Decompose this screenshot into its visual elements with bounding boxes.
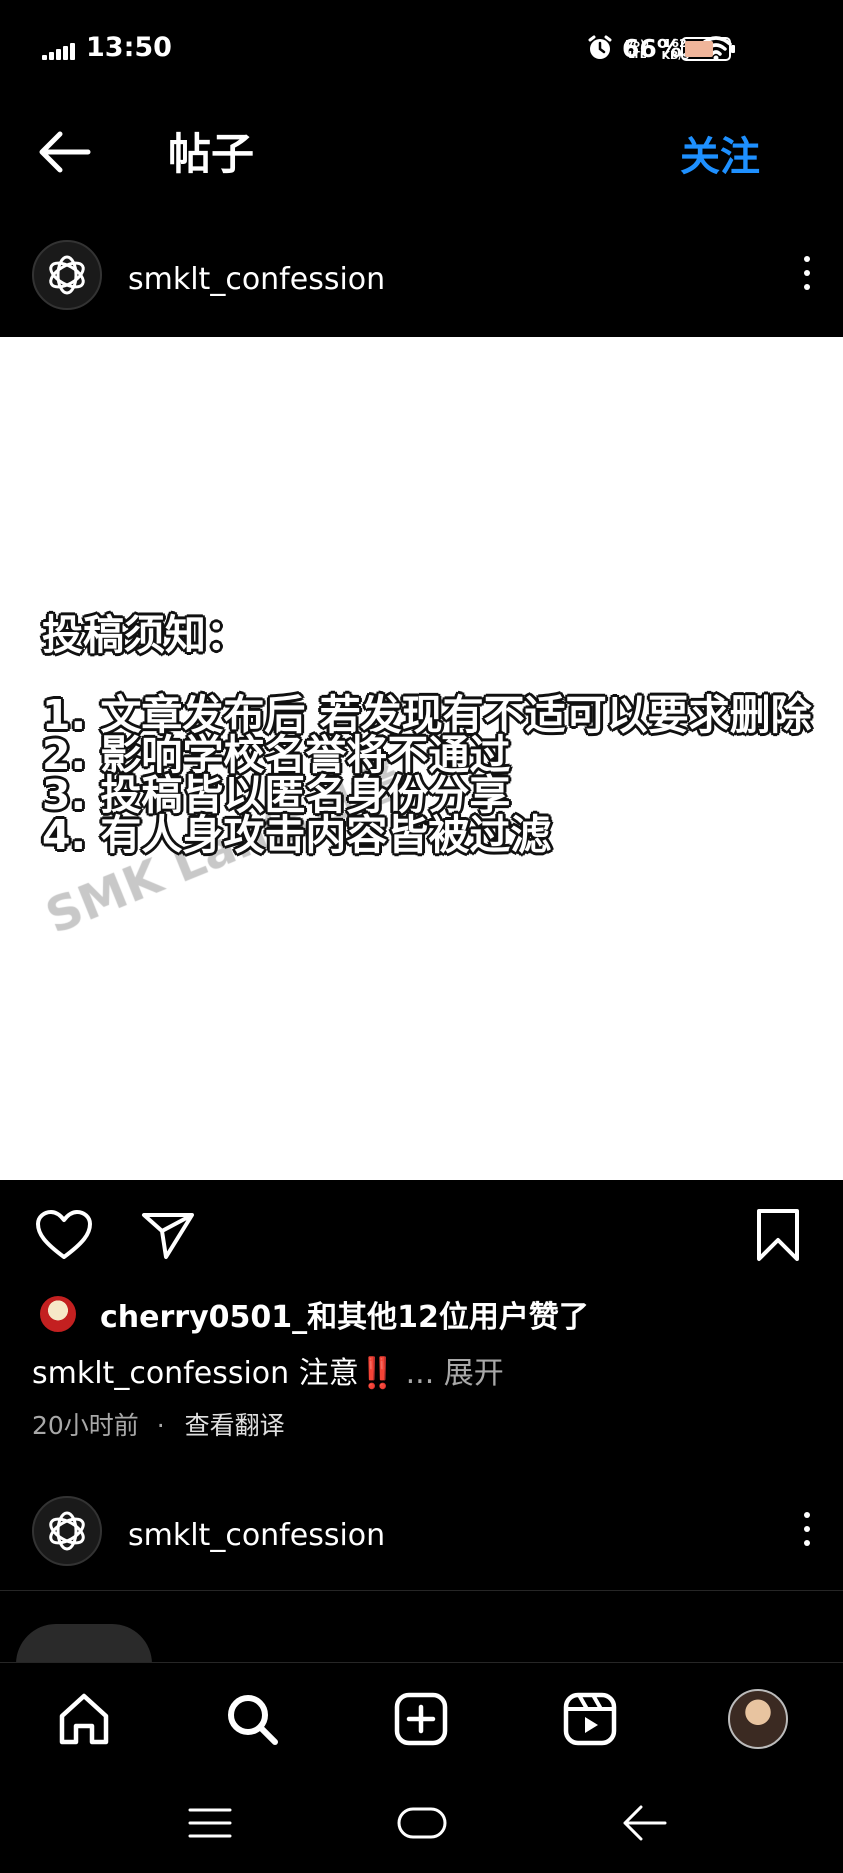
search-icon[interactable] (222, 1689, 282, 1749)
likes-text: cherry0501_和其他12位用户赞了 (100, 1300, 589, 1335)
next-post-header: smklt_confession (0, 1496, 843, 1576)
post-username[interactable]: smklt_confession (128, 1518, 385, 1553)
openai-logo-icon (49, 255, 85, 295)
follow-button[interactable]: 关注 (680, 124, 760, 182)
caption-text: 注意 (298, 1356, 359, 1391)
caption-expand[interactable]: ... 展开 (406, 1356, 504, 1391)
account-avatar[interactable] (32, 240, 102, 310)
post-time: 20小时前 (32, 1411, 139, 1440)
notice-rule: 4. 有人身攻击内容皆被过滤 (42, 811, 552, 859)
back-icon[interactable] (614, 1798, 674, 1848)
system-nav (0, 1774, 843, 1873)
caption-emoji: ‼️ (358, 1356, 397, 1391)
reels-icon[interactable] (560, 1689, 620, 1749)
meta-separator: · (156, 1411, 165, 1440)
post-meta: 20小时前 · 查看翻译 (32, 1406, 285, 1442)
paper-plane-icon[interactable] (138, 1205, 198, 1265)
bottom-nav (0, 1662, 843, 1774)
notice-text: 投稿须知： 1. 文章发布后 若发现有不适可以要求删除 2. 影响学校名誉将不通… (42, 611, 812, 859)
bookmark-icon[interactable] (748, 1205, 808, 1265)
menu-icon[interactable] (180, 1798, 240, 1848)
status-time: 13:50 (86, 32, 172, 63)
notice-rule: 3. 投稿皆以匿名身份分享 (42, 771, 511, 819)
post-header: smklt_confession (0, 240, 843, 320)
status-bar: 13:50 Vo)) LTE 162 KB/s 66% (0, 0, 843, 100)
more-vertical-icon[interactable] (799, 1512, 815, 1552)
plus-square-icon[interactable] (391, 1689, 451, 1749)
battery-percent: 66% (622, 34, 682, 63)
alarm-icon (586, 34, 614, 66)
notice-rule: 2. 影响学校名誉将不通过 (42, 731, 511, 779)
profile-avatar (728, 1689, 788, 1749)
signal-icon (42, 40, 78, 60)
post-actions (0, 1195, 843, 1275)
heart-icon[interactable] (34, 1205, 94, 1265)
divider (0, 1590, 843, 1591)
profile-tab[interactable] (728, 1689, 788, 1749)
battery-level (685, 41, 713, 57)
post-username[interactable]: smklt_confession (128, 262, 385, 297)
arrow-left-icon[interactable] (36, 130, 92, 174)
see-translation-link[interactable]: 查看翻译 (185, 1411, 285, 1440)
home-icon[interactable] (54, 1689, 114, 1749)
top-header: 帖子 关注 (0, 100, 843, 200)
post-image[interactable]: SMK Lah告白墙 投稿须知： 1. 文章发布后 若发现有不适可以要求删除 2… (0, 337, 843, 1180)
account-avatar[interactable] (32, 1496, 102, 1566)
more-vertical-icon[interactable] (799, 256, 815, 296)
post-caption[interactable]: smklt_confession 注意‼️ ... 展开 (32, 1348, 504, 1392)
liker-avatar (38, 1294, 78, 1334)
caption-username[interactable]: smklt_confession (32, 1356, 289, 1391)
home-button-icon[interactable] (392, 1798, 452, 1848)
battery-icon (681, 37, 735, 61)
likes-row[interactable]: cherry0501_和其他12位用户赞了 (38, 1292, 589, 1336)
notice-heading: 投稿须知： (42, 611, 247, 659)
openai-logo-icon (49, 1511, 85, 1551)
notice-rule: 1. 文章发布后 若发现有不适可以要求删除 (42, 691, 812, 739)
page-title: 帖子 (168, 130, 254, 180)
